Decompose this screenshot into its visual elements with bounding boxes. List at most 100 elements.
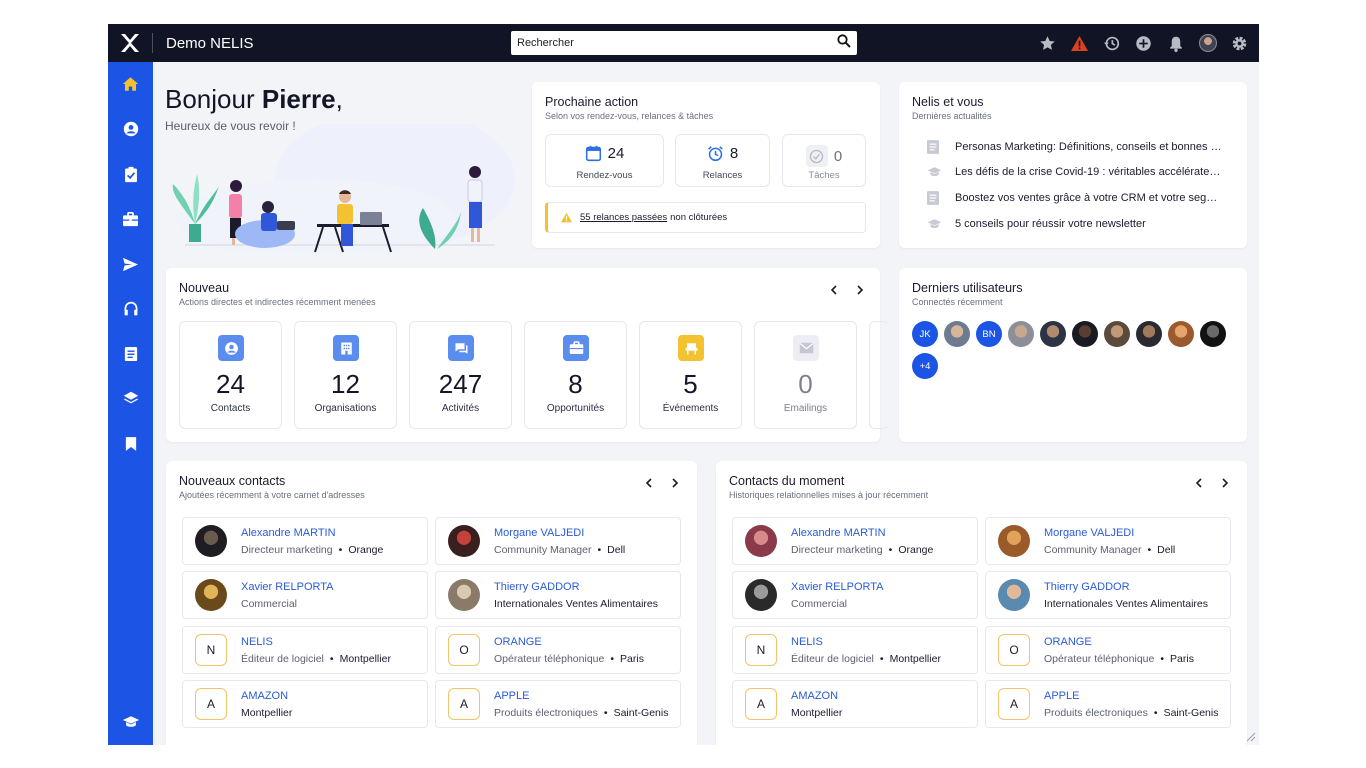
user-avatar[interactable] <box>1040 321 1066 347</box>
news-item[interactable]: Les défis de la crise Covid-19 : véritab… <box>927 163 1225 181</box>
new-contacts-card: Nouveaux contacts Ajoutées récemment à v… <box>166 461 697 745</box>
bell-icon[interactable] <box>1166 34 1185 53</box>
contact-row[interactable]: A AMAZON Montpellier <box>182 680 428 728</box>
contact-name[interactable]: AMAZON <box>241 690 288 702</box>
contact-row[interactable]: N NELIS Éditeur de logiciel • Montpellier <box>732 626 978 674</box>
sidebar-item-emailing[interactable] <box>108 249 153 279</box>
user-avatar[interactable] <box>1072 321 1098 347</box>
chevron-left-icon[interactable] <box>828 284 840 296</box>
stat-taches[interactable]: 0 Tâches <box>782 134 866 187</box>
sidebar-item-modules[interactable] <box>108 384 153 414</box>
contact-row[interactable]: Morgane VALJEDI Community Manager • Dell <box>985 517 1231 565</box>
contact-row[interactable]: A APPLE Produits électroniques • Saint-Gen… <box>435 680 681 728</box>
contact-icon <box>123 121 138 137</box>
gear-icon[interactable] <box>1230 34 1249 53</box>
chevron-left-icon[interactable] <box>643 477 655 489</box>
sidebar-item-support[interactable] <box>108 294 153 324</box>
chat-icon <box>448 335 474 361</box>
resize-grip-icon[interactable] <box>1244 730 1256 742</box>
user-avatar[interactable] <box>1198 34 1217 53</box>
new-emailings-tile[interactable]: 0 Emailings <box>754 321 857 429</box>
nelis-logo-icon[interactable] <box>108 24 152 62</box>
search-box[interactable] <box>511 31 857 55</box>
contact-row[interactable]: Xavier RELPORTA Commercial <box>182 571 428 619</box>
contact-name[interactable]: ORANGE <box>1044 636 1092 648</box>
contact-name[interactable]: Alexandre MARTIN <box>791 527 886 539</box>
user-avatar[interactable] <box>1008 321 1034 347</box>
contact-row[interactable]: Alexandre MARTIN Directeur marketing • Ora… <box>732 517 978 565</box>
carousel-arrows <box>828 284 866 296</box>
contact-name[interactable]: Xavier RELPORTA <box>241 581 334 593</box>
contact-name[interactable]: NELIS <box>241 636 273 648</box>
graduation-icon <box>122 716 139 727</box>
contact-name[interactable]: Morgane VALJEDI <box>494 527 584 539</box>
news-item[interactable]: Personas Marketing: Définitions, conseil… <box>927 138 1225 156</box>
new-organisations-tile[interactable]: 12 Organisations <box>294 321 397 429</box>
overdue-reminders-link[interactable]: 55 relances passées <box>580 212 667 223</box>
contact-row[interactable]: N NELIS Éditeur de logiciel • Montpellier <box>182 626 428 674</box>
contact-avatar <box>998 525 1030 557</box>
add-circle-icon[interactable] <box>1134 34 1153 53</box>
contact-row[interactable]: Thierry GADDOR Internationales Ventes Al… <box>435 571 681 619</box>
star-icon[interactable] <box>1038 34 1057 53</box>
sidebar-item-documents[interactable] <box>108 339 153 369</box>
contact-row[interactable]: A AMAZON Montpellier <box>732 680 978 728</box>
stat-label: Tâches <box>808 170 840 181</box>
more-users-badge[interactable]: +4 <box>912 353 938 379</box>
contact-name[interactable]: NELIS <box>791 636 823 648</box>
card-subtitle: Actions directes et indirectes récemment… <box>179 297 376 307</box>
news-item[interactable]: Boostez vos ventes grâce à votre CRM et … <box>927 189 1225 207</box>
stat-relances[interactable]: 8 Relances <box>675 134 770 187</box>
stat-rendez-vous[interactable]: 24 Rendez-vous <box>545 134 664 187</box>
card-subtitle: Historiques relationnelles mises à jour … <box>729 490 929 500</box>
top-icons <box>1038 24 1249 62</box>
user-avatar[interactable] <box>944 321 970 347</box>
user-avatar[interactable] <box>1200 321 1226 347</box>
contact-avatar <box>998 579 1030 611</box>
calendar-icon <box>585 145 601 162</box>
sidebar-item-contacts[interactable] <box>108 114 153 144</box>
user-avatar[interactable] <box>1104 321 1130 347</box>
contact-row[interactable]: Xavier RELPORTA Commercial <box>732 571 978 619</box>
search-input[interactable] <box>517 37 837 49</box>
chevron-right-icon[interactable] <box>1219 477 1231 489</box>
contact-name[interactable]: APPLE <box>1044 690 1079 702</box>
chevron-left-icon[interactable] <box>1193 477 1205 489</box>
warning-icon[interactable] <box>1070 34 1089 53</box>
contact-name[interactable]: Morgane VALJEDI <box>1044 527 1134 539</box>
contact-name[interactable]: Thierry GADDOR <box>494 581 580 593</box>
contact-detail: Produits électroniques • Saint-Genis <box>1044 707 1219 719</box>
user-avatar[interactable] <box>1168 321 1194 347</box>
user-avatar[interactable]: JK <box>912 321 938 347</box>
sidebar-item-opportunities[interactable] <box>108 204 153 234</box>
contact-name[interactable]: APPLE <box>494 690 529 702</box>
sidebar-item-bookmarks[interactable] <box>108 429 153 459</box>
chevron-right-icon[interactable] <box>669 477 681 489</box>
sidebar-item-tasks[interactable] <box>108 159 153 189</box>
search-icon[interactable] <box>837 33 851 53</box>
contact-row[interactable]: Alexandre MARTIN Directeur marketing • Ora… <box>182 517 428 565</box>
contact-detail: Commercial <box>791 598 848 610</box>
contact-name[interactable]: Thierry GADDOR <box>1044 581 1130 593</box>
contact-name[interactable]: ORANGE <box>494 636 542 648</box>
news-item[interactable]: 5 conseils pour réussir votre newsletter <box>927 215 1225 233</box>
new-contacts-tile[interactable]: 24 Contacts <box>179 321 282 429</box>
new-activities-tile[interactable]: 247 Activités <box>409 321 512 429</box>
user-avatar[interactable]: BN <box>976 321 1002 347</box>
sidebar-item-home[interactable] <box>108 69 153 99</box>
contact-row[interactable]: A APPLE Produits électroniques • Saint-Gen… <box>985 680 1231 728</box>
user-avatar[interactable] <box>1136 321 1162 347</box>
contact-row[interactable]: O ORANGE Opérateur téléphonique • Paris <box>985 626 1231 674</box>
history-icon[interactable] <box>1102 34 1121 53</box>
contact-name[interactable]: Xavier RELPORTA <box>791 581 884 593</box>
contact-row[interactable]: Thierry GADDOR Internationales Ventes Al… <box>985 571 1231 619</box>
new-events-tile[interactable]: 5 Événements <box>639 321 742 429</box>
sidebar-item-training[interactable] <box>108 707 153 737</box>
contact-name[interactable]: Alexandre MARTIN <box>241 527 336 539</box>
contact-name[interactable]: AMAZON <box>791 690 838 702</box>
card-subtitle: Dernières actualités <box>912 111 992 121</box>
contact-row[interactable]: O ORANGE Opérateur téléphonique • Paris <box>435 626 681 674</box>
chevron-right-icon[interactable] <box>854 284 866 296</box>
contact-row[interactable]: Morgane VALJEDI Community Manager • Dell <box>435 517 681 565</box>
new-opportunities-tile[interactable]: 8 Opportunités <box>524 321 627 429</box>
